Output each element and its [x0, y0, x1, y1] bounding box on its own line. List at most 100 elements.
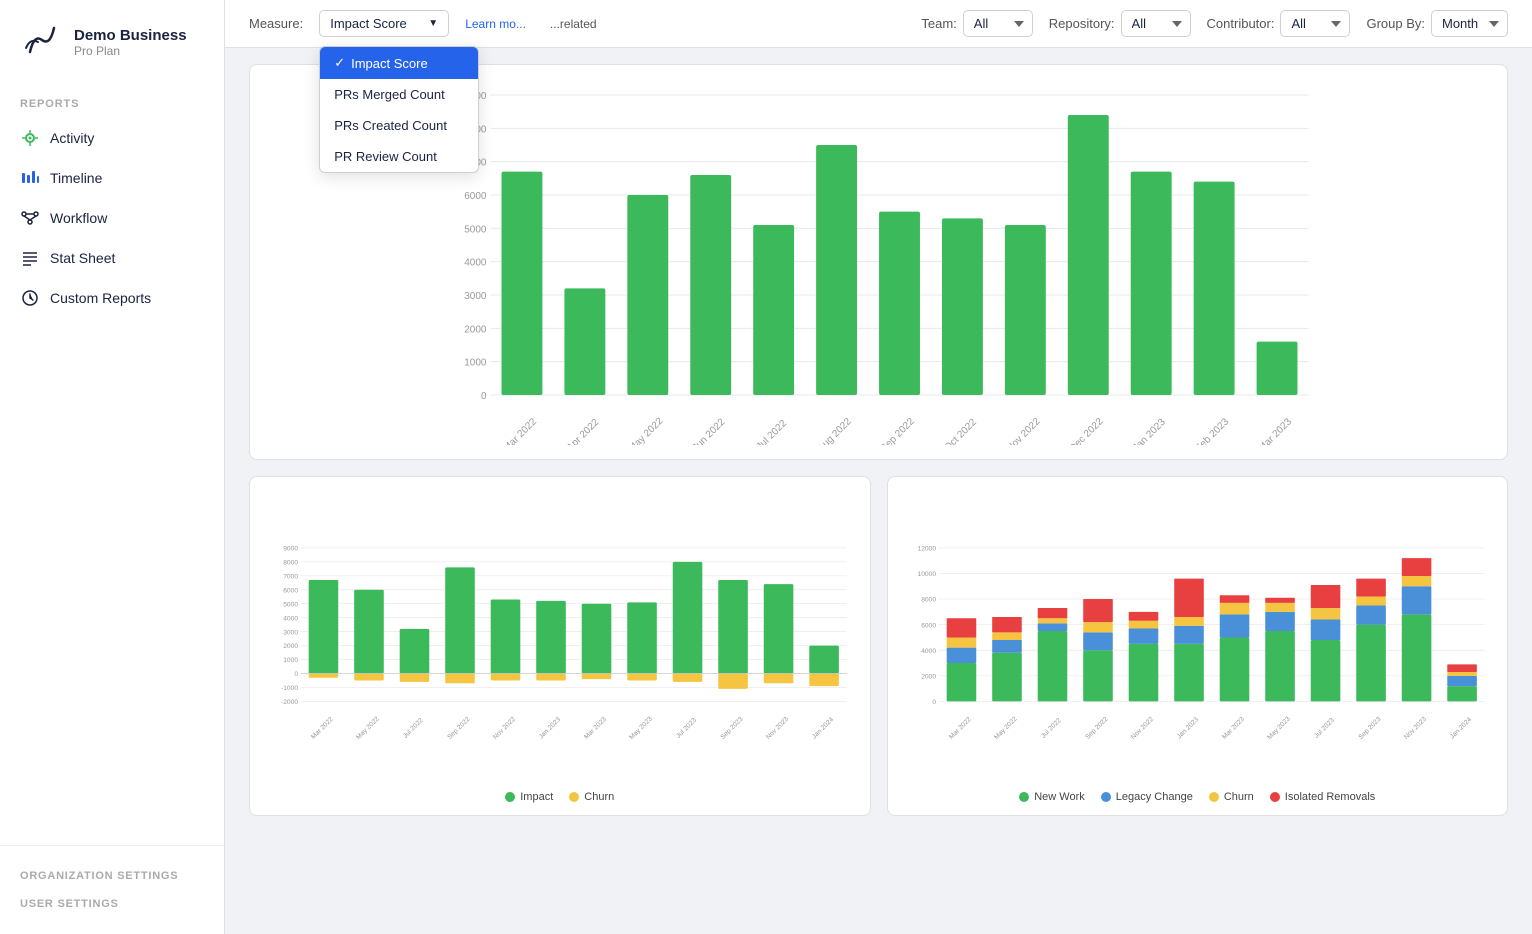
group-by-select[interactable]: Month	[1431, 10, 1508, 37]
svg-text:Mar 2022: Mar 2022	[501, 416, 539, 445]
sidebar-item-workflow[interactable]: Workflow	[0, 198, 224, 238]
svg-text:Jan 2024: Jan 2024	[811, 716, 836, 741]
legend-item: New Work	[1019, 791, 1085, 803]
svg-text:Jul 2022: Jul 2022	[755, 418, 790, 445]
svg-text:8000: 8000	[283, 560, 298, 567]
calculated-text: ...related	[550, 17, 597, 31]
svg-text:Nov 2022: Nov 2022	[1129, 716, 1154, 741]
stat-sheet-icon	[20, 248, 40, 268]
learn-more-link[interactable]: Learn mo...	[465, 17, 526, 31]
reports-section-label: REPORTS	[0, 80, 224, 118]
svg-text:6000: 6000	[283, 587, 298, 594]
svg-text:4000: 4000	[464, 258, 487, 269]
svg-text:4000: 4000	[921, 648, 936, 655]
svg-text:5000: 5000	[464, 224, 487, 235]
user-settings-link[interactable]: USER SETTINGS	[0, 890, 224, 918]
sidebar-item-activity[interactable]: Activity	[0, 118, 224, 158]
bottom-right-chart-card: 020004000600080001000012000Mar 2022May 2…	[887, 476, 1509, 816]
svg-text:6000: 6000	[464, 191, 487, 202]
sidebar: Demo Business Pro Plan REPORTS Activity …	[0, 0, 225, 934]
svg-text:8000: 8000	[921, 597, 936, 604]
svg-text:1000: 1000	[283, 657, 298, 664]
svg-text:5000: 5000	[283, 601, 298, 608]
custom-reports-label: Custom Reports	[50, 290, 151, 306]
svg-text:9000: 9000	[283, 546, 298, 553]
svg-text:May 2023: May 2023	[1266, 715, 1292, 741]
svg-text:-1000: -1000	[281, 685, 298, 692]
svg-text:Nov 2023: Nov 2023	[1402, 716, 1427, 741]
svg-text:Mar 2023: Mar 2023	[1256, 416, 1294, 445]
svg-text:Mar 2023: Mar 2023	[1221, 716, 1246, 741]
svg-text:Jul 2023: Jul 2023	[1313, 717, 1336, 740]
stat-sheet-label: Stat Sheet	[50, 250, 115, 266]
plan-label: Pro Plan	[74, 44, 187, 58]
toolbar: Measure: Impact Score ▼ ✓ Impact Score P…	[225, 0, 1532, 48]
svg-text:Feb 2023: Feb 2023	[1194, 416, 1232, 445]
team-select[interactable]: All	[963, 10, 1033, 37]
repo-filter: Repository: All	[1049, 10, 1191, 37]
dropdown-item-prs-merged[interactable]: PRs Merged Count	[320, 79, 478, 110]
svg-text:0: 0	[294, 671, 298, 678]
svg-text:Jul 2022: Jul 2022	[1040, 717, 1063, 740]
dropdown-item-prs-created[interactable]: PRs Created Count	[320, 110, 478, 141]
repo-label: Repository:	[1049, 16, 1115, 31]
dropdown-item-pr-review[interactable]: PR Review Count	[320, 141, 478, 172]
legend-item: Legacy Change	[1101, 791, 1193, 803]
contributor-select[interactable]: All	[1280, 10, 1350, 37]
svg-text:2000: 2000	[283, 643, 298, 650]
contributor-label: Contributor:	[1207, 16, 1275, 31]
legend-item: Churn	[569, 791, 614, 803]
sidebar-item-timeline[interactable]: Timeline	[0, 158, 224, 198]
workflow-label: Workflow	[50, 210, 107, 226]
timeline-label: Timeline	[50, 170, 102, 186]
svg-text:May 2022: May 2022	[627, 416, 666, 445]
svg-text:Aug 2022: Aug 2022	[816, 416, 854, 445]
svg-text:Mar 2022: Mar 2022	[310, 716, 335, 741]
measure-label: Measure:	[249, 16, 303, 31]
svg-text:Sep 2023: Sep 2023	[1357, 716, 1382, 741]
svg-text:Sep 2022: Sep 2022	[879, 416, 917, 445]
bottom-charts-row: -2000-1000010002000300040005000600070008…	[249, 476, 1508, 816]
dropdown-item-label: PR Review Count	[334, 149, 437, 164]
svg-text:4000: 4000	[283, 615, 298, 622]
svg-text:May 2023: May 2023	[628, 715, 654, 741]
svg-text:-2000: -2000	[281, 699, 298, 706]
svg-text:Sep 2022: Sep 2022	[1084, 716, 1109, 741]
dropdown-item-impact-score[interactable]: ✓ Impact Score	[320, 47, 478, 79]
svg-text:Jun 2022: Jun 2022	[691, 416, 728, 445]
svg-text:Jan 2023: Jan 2023	[1175, 716, 1200, 741]
svg-text:7000: 7000	[283, 573, 298, 580]
svg-text:Sep 2023: Sep 2023	[719, 716, 744, 741]
svg-text:Jul 2023: Jul 2023	[675, 717, 698, 740]
svg-text:2000: 2000	[921, 674, 936, 681]
dropdown-item-label: PRs Merged Count	[334, 87, 445, 102]
measure-select-button[interactable]: Impact Score ▼	[319, 10, 449, 37]
dropdown-item-label: PRs Created Count	[334, 118, 447, 133]
sidebar-item-stat-sheet[interactable]: Stat Sheet	[0, 238, 224, 278]
svg-text:0: 0	[481, 391, 487, 402]
company-name: Demo Business	[74, 27, 187, 44]
svg-text:10000: 10000	[917, 571, 936, 578]
company-logo-icon	[20, 20, 64, 64]
svg-text:Nov 2022: Nov 2022	[1005, 416, 1043, 445]
svg-text:Sep 2022: Sep 2022	[446, 716, 471, 741]
svg-text:Jul 2022: Jul 2022	[402, 717, 425, 740]
svg-text:May 2022: May 2022	[993, 715, 1019, 741]
custom-reports-icon	[20, 288, 40, 308]
svg-text:Mar 2023: Mar 2023	[583, 716, 608, 741]
group-by-filter: Group By: Month	[1366, 10, 1508, 37]
group-by-label: Group By:	[1366, 16, 1425, 31]
legend-item: Isolated Removals	[1270, 791, 1376, 803]
svg-text:Jan 2023: Jan 2023	[1131, 416, 1168, 445]
repo-select[interactable]: All	[1121, 10, 1191, 37]
measure-selected-value: Impact Score	[330, 16, 407, 31]
sidebar-item-custom-reports[interactable]: Custom Reports	[0, 278, 224, 318]
svg-text:Nov 2023: Nov 2023	[765, 716, 790, 741]
org-settings-link[interactable]: ORGANIZATION SETTINGS	[0, 862, 224, 890]
activity-icon	[20, 128, 40, 148]
svg-text:May 2022: May 2022	[355, 715, 381, 741]
svg-text:2000: 2000	[464, 324, 487, 335]
workflow-icon	[20, 208, 40, 228]
team-filter: Team: All	[921, 10, 1032, 37]
svg-text:Oct 2022: Oct 2022	[942, 417, 979, 445]
